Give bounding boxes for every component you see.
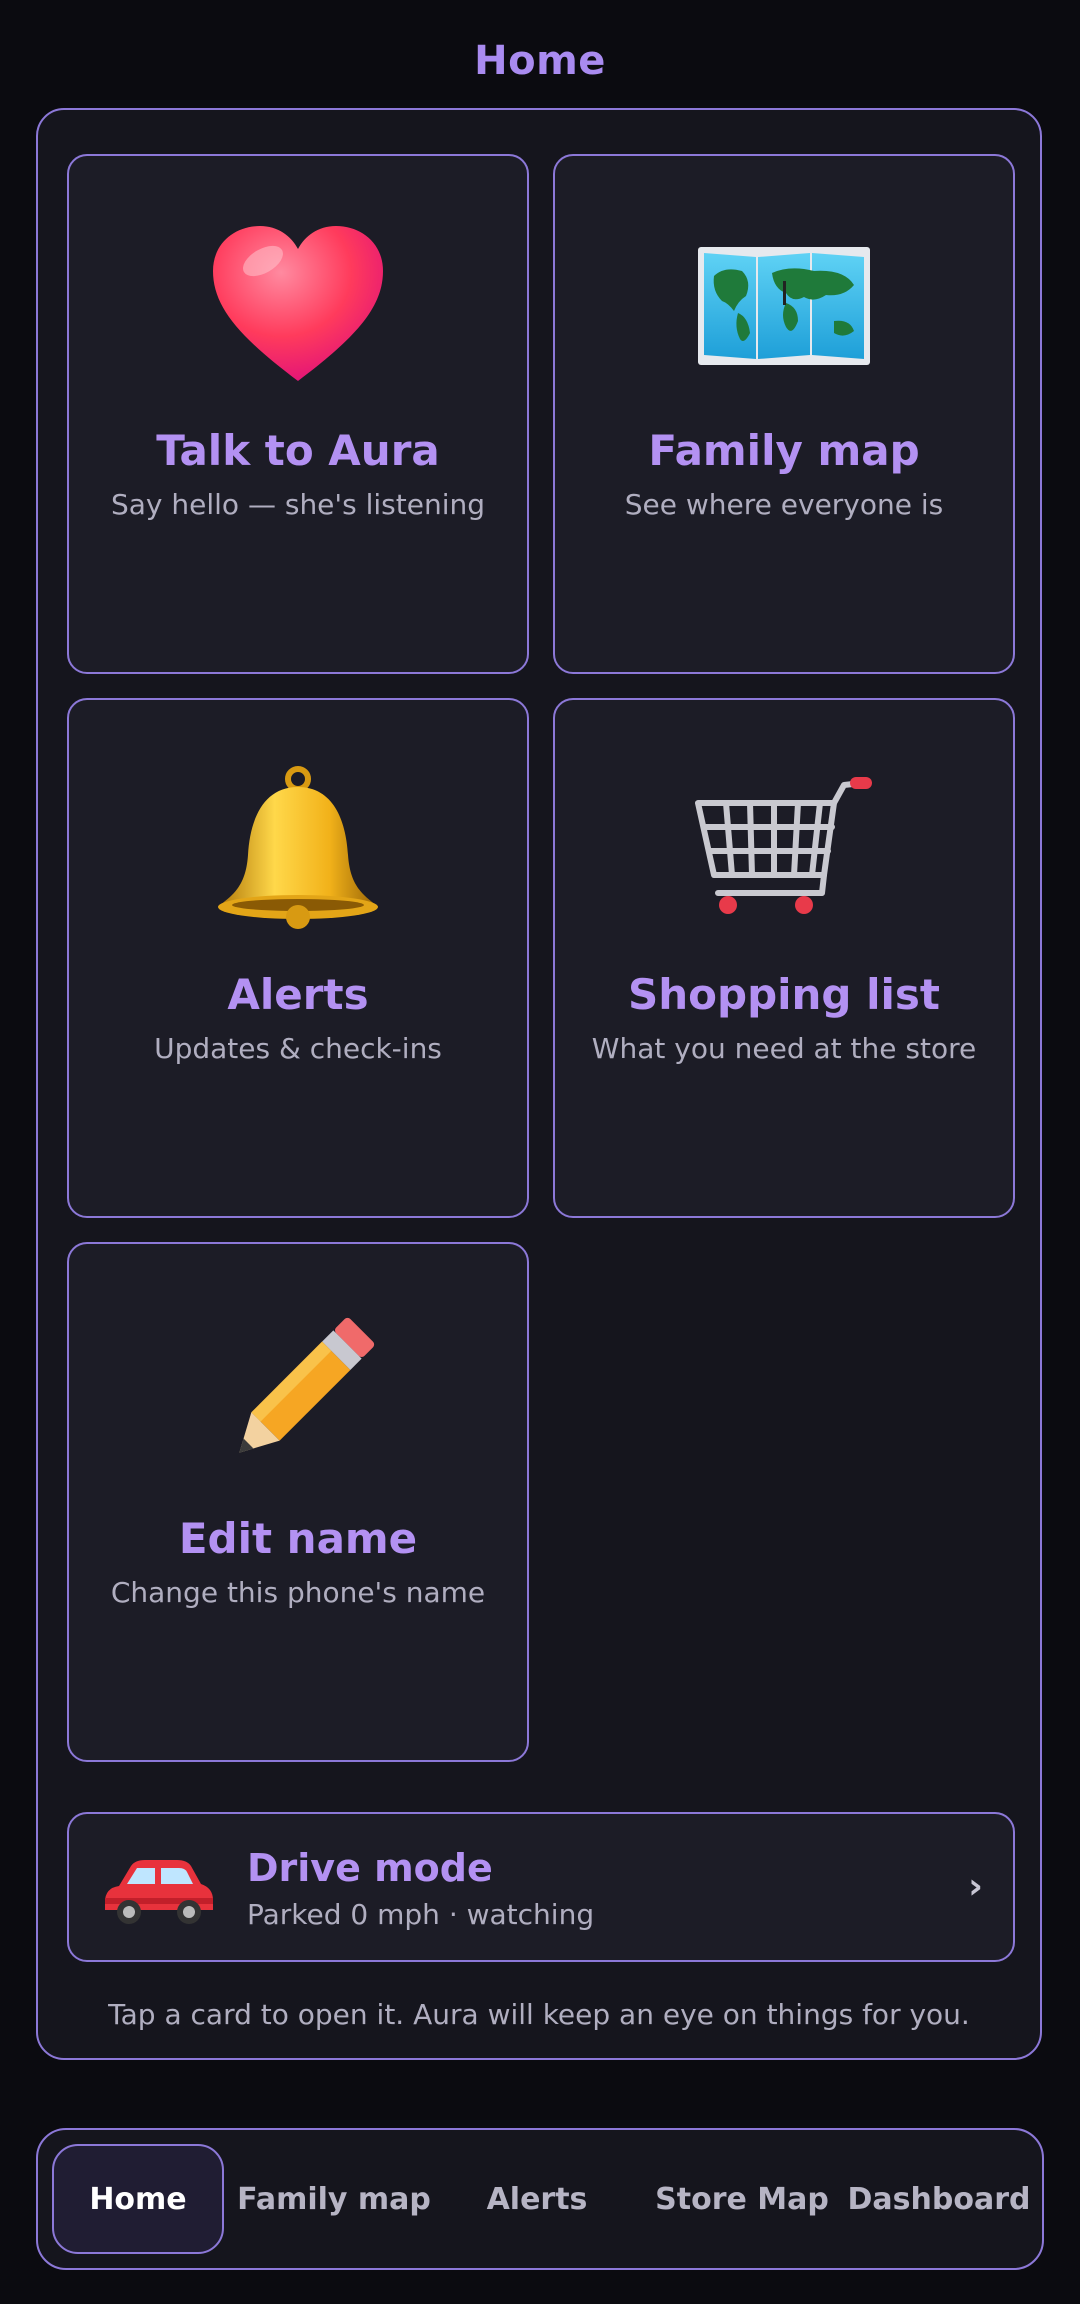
- card-title: Talk to Aura: [156, 426, 440, 475]
- chevron-right-icon: ›: [968, 1866, 983, 1907]
- world-map-icon: [555, 216, 1013, 396]
- card-subtitle: Say hello — she's listening: [110, 488, 485, 521]
- card-subtitle: See where everyone is: [624, 488, 944, 521]
- family-map-card[interactable]: Family map See where everyone is: [553, 154, 1015, 674]
- pencil-icon: [69, 1304, 527, 1484]
- card-title: Alerts: [227, 970, 369, 1019]
- heart-icon: [69, 216, 527, 396]
- alerts-card[interactable]: Alerts Updates & check-ins: [67, 698, 529, 1218]
- hint-text: Tap a card to open it. Aura will keep an…: [108, 1998, 970, 2031]
- tab-store-map[interactable]: Store Map: [642, 2144, 842, 2254]
- card-title: Family map: [648, 426, 920, 475]
- tab-alerts[interactable]: Alerts: [438, 2144, 636, 2254]
- card-title: Shopping list: [628, 970, 940, 1019]
- card-subtitle: Updates & check-ins: [154, 1032, 442, 1065]
- edit-name-card[interactable]: Edit name Change this phone's name: [67, 1242, 529, 1762]
- talk-to-aura-card[interactable]: Talk to Aura Say hello — she's listening: [67, 154, 529, 674]
- bell-icon: [69, 760, 527, 940]
- page-title: Home: [474, 38, 606, 84]
- drive-mode-title: Drive mode: [247, 1846, 493, 1890]
- shopping-list-card[interactable]: Shopping list What you need at the store: [553, 698, 1015, 1218]
- shopping-cart-icon: [555, 760, 1013, 940]
- home-panel: Talk to Aura Say hello — she's listening: [36, 108, 1042, 2060]
- tab-dashboard[interactable]: Dashboard: [846, 2144, 1032, 2254]
- car-icon: [97, 1844, 217, 1934]
- bottom-tab-bar: Home Family map Alerts Store Map Dashboa…: [36, 2128, 1044, 2270]
- drive-status: Parked 0 mph · watching: [247, 1898, 595, 1931]
- tab-home[interactable]: Home: [52, 2144, 224, 2254]
- tab-family-map[interactable]: Family map: [234, 2144, 434, 2254]
- card-title: Edit name: [178, 1514, 418, 1563]
- card-subtitle: Change this phone's name: [110, 1576, 486, 1609]
- drive-mode-card[interactable]: Drive mode Parked 0 mph · watching ›: [67, 1812, 1015, 1962]
- card-subtitle: What you need at the store: [591, 1032, 977, 1065]
